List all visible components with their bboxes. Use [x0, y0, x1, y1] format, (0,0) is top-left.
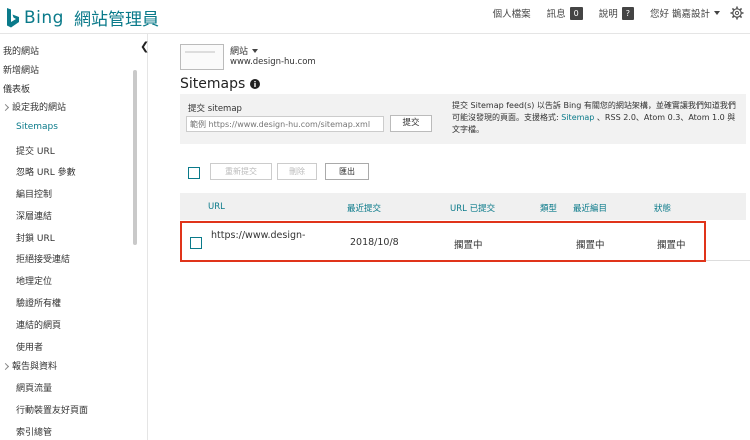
sitemap-url-input[interactable] [186, 116, 384, 132]
brand-name: Bing [24, 7, 64, 28]
table-row[interactable]: https://www.design- 2018/10/8 擱置中 擱置中 擱置… [180, 221, 750, 261]
chevron-down-icon [252, 48, 259, 53]
col-url[interactable]: URL [208, 202, 225, 212]
sidebar-item-verify-ownership[interactable]: 驗證所有權 [16, 296, 61, 309]
help-badge: ? [621, 6, 634, 20]
row-status: 擱置中 [657, 240, 686, 251]
sidebar-item-mobile-friendly[interactable]: 行動裝置友好頁面 [16, 403, 88, 416]
row-last-submitted: 2018/10/8 [350, 237, 399, 248]
row-last-crawled: 擱置中 [576, 240, 605, 251]
top-links: 個人檔案 訊息 0 說明? 您好 鵲嘉設計 [477, 6, 744, 20]
sidebar-item-disavow-links[interactable]: 拒絕接受連結 [16, 252, 70, 265]
sidebar-item-crawl-control[interactable]: 編目控制 [16, 187, 52, 200]
submit-sitemap-label: 提交 sitemap [188, 104, 242, 114]
bing-logo-icon [7, 7, 19, 27]
col-status[interactable]: 狀態 [654, 202, 671, 214]
sidebar-item-sitemaps[interactable]: Sitemaps [16, 122, 58, 132]
col-last-submitted[interactable]: 最近提交 [347, 202, 381, 214]
submit-button[interactable]: 提交 [390, 115, 432, 132]
delete-button[interactable]: 刪除 [277, 163, 317, 180]
site-selector[interactable]: 網站 [230, 44, 259, 57]
sidebar-item-submit-url[interactable]: 提交 URL [16, 144, 55, 157]
sidebar-item-my-sites[interactable]: 我的網站 [3, 44, 39, 57]
messages-link[interactable]: 訊息 0 [547, 6, 583, 20]
col-last-crawled[interactable]: 最近編目 [573, 202, 607, 214]
help-link[interactable]: 說明? [599, 6, 634, 20]
select-all-checkbox[interactable] [188, 167, 200, 179]
sidebar-item-connected-pages[interactable]: 連結的網頁 [16, 318, 61, 331]
sidebar-item-add-site[interactable]: 新增網站 [3, 63, 39, 76]
table-header: URL 最近提交 URL 已提交 類型 最近編目 狀態 [180, 193, 746, 220]
resubmit-button[interactable]: 重新提交 [210, 163, 272, 180]
profile-link[interactable]: 個人檔案 [493, 6, 531, 20]
sidebar-item-index-explorer[interactable]: 索引總管 [16, 425, 52, 438]
main-content: 網站 www.design-hu.com Sitemaps 提交 sitemap… [148, 34, 750, 440]
sidebar-item-block-urls[interactable]: 封鎖 URL [16, 231, 55, 244]
col-type[interactable]: 類型 [540, 202, 557, 214]
brand-product: 網站管理員 [73, 10, 159, 30]
sidebar-item-deep-links[interactable]: 深層連結 [16, 209, 52, 222]
brand[interactable]: Bing 網站管理員 [6, 5, 159, 30]
chevron-right-icon [1, 103, 10, 112]
info-icon[interactable] [250, 79, 261, 89]
row-urls-submitted: 擱置中 [454, 240, 483, 251]
chevron-right-icon [1, 362, 10, 371]
messages-badge: 0 [569, 6, 583, 20]
sidebar-item-geo-targeting[interactable]: 地理定位 [16, 274, 52, 287]
export-button[interactable]: 匯出 [325, 163, 369, 180]
sidebar-item-configure-site[interactable]: 設定我的網站 [1, 100, 66, 113]
row-checkbox[interactable] [190, 237, 202, 249]
sidebar-item-reports-data[interactable]: 報告與資料 [1, 359, 57, 372]
chevron-down-icon [714, 11, 720, 15]
sidebar-item-users[interactable]: 使用者 [16, 340, 43, 353]
submit-description: 提交 Sitemap feed(s) 以告訴 Bing 有關您的網站架構，並確實… [452, 101, 736, 134]
sidebar: 我的網站 新增網站 儀表板 設定我的網站 Sitemaps 提交 URL 忽略 … [0, 34, 149, 440]
site-thumbnail [180, 44, 224, 70]
sidebar-item-ignore-url-params[interactable]: 忽略 URL 參數 [16, 165, 76, 178]
page-title: Sitemaps [180, 76, 261, 92]
gear-icon[interactable] [730, 6, 744, 20]
sidebar-item-page-traffic[interactable]: 網頁流量 [16, 381, 52, 394]
row-url[interactable]: https://www.design- [211, 230, 305, 241]
site-url: www.design-hu.com [230, 57, 316, 67]
col-urls-submitted[interactable]: URL 已提交 [450, 202, 495, 214]
account-menu[interactable]: 您好 鵲嘉設計 [650, 6, 720, 20]
sitemap-format-link[interactable]: Sitemap [561, 113, 594, 122]
top-bar: Bing 網站管理員 個人檔案 訊息 0 說明? 您好 鵲嘉設計 [0, 0, 750, 34]
submit-sitemap-panel: 提交 sitemap 提交 提交 Sitemap feed(s) 以告訴 Bin… [180, 94, 746, 144]
sidebar-item-dashboard[interactable]: 儀表板 [3, 82, 30, 95]
sidebar-scrollbar[interactable] [133, 70, 137, 245]
